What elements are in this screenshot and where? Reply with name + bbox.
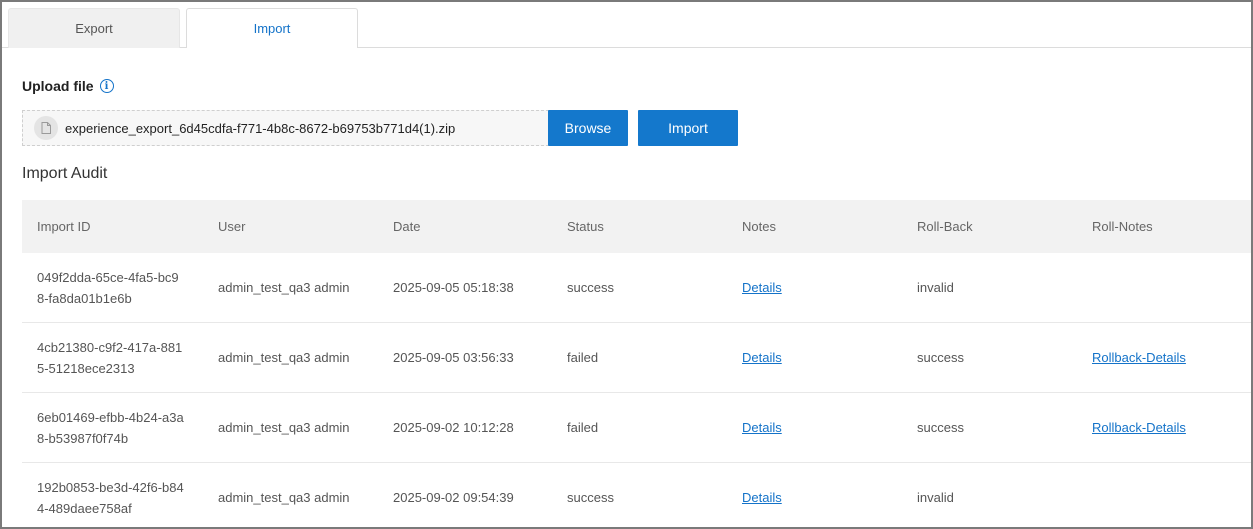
import-export-panel: Export Import Upload file i experience_e… [0, 0, 1253, 529]
import-id-cell: 6eb01469-efbb-4b24-a3a 8-b53987f0f74b [37, 409, 184, 446]
rollback-details-link[interactable]: Rollback-Details [1092, 347, 1186, 368]
upload-file-heading: Upload file i [22, 78, 114, 94]
details-link[interactable]: Details [742, 417, 782, 438]
info-icon[interactable]: i [99, 79, 114, 93]
status-cell: failed [567, 350, 599, 365]
column-header-roll-notes: Roll-Notes [1092, 219, 1153, 234]
import-id-cell: 4cb21380-c9f2-417a-881 5-51218ece2313 [37, 339, 183, 376]
rollback-status-cell: success [917, 420, 964, 435]
column-header-status: Status [567, 219, 604, 234]
details-link[interactable]: Details [742, 347, 782, 368]
tab-import[interactable]: Import [186, 8, 358, 48]
status-cell: success [567, 280, 614, 295]
date-cell: 2025-09-05 03:56:33 [393, 350, 514, 365]
tab-export[interactable]: Export [8, 8, 180, 48]
table-row: 192b0853-be3d-42f6-b84 4-489daee758af adm… [22, 463, 1251, 527]
rollback-status-cell: invalid [917, 490, 954, 505]
table-row: 6eb01469-efbb-4b24-a3a 8-b53987f0f74b adm… [22, 393, 1251, 463]
user-cell: admin_test_qa3 admin [218, 490, 350, 505]
user-cell: admin_test_qa3 admin [218, 350, 350, 365]
status-cell: success [567, 490, 614, 505]
import-audit-heading: Import Audit [22, 165, 108, 182]
date-cell: 2025-09-02 09:54:39 [393, 490, 514, 505]
status-cell: failed [567, 420, 599, 435]
table-row: 4cb21380-c9f2-417a-881 5-51218ece2313 adm… [22, 323, 1251, 393]
rollback-details-link[interactable]: Rollback-Details [1092, 417, 1186, 438]
browse-button[interactable]: Browse [548, 110, 628, 146]
upload-file-label: Upload file [22, 78, 94, 94]
import-id-cell: 192b0853-be3d-42f6-b84 4-489daee758af [37, 479, 184, 516]
details-link[interactable]: Details [742, 487, 782, 508]
column-header-notes: Notes [742, 219, 776, 234]
import-audit-table: Import ID User Date Status Notes Roll-Ba… [22, 200, 1251, 527]
column-header-roll-back: Roll-Back [917, 219, 973, 234]
column-header-date: Date [393, 219, 421, 234]
file-icon [34, 116, 58, 140]
table-row: 049f2dda-65ce-4fa5-bc9 8-fa8da01b1e6b adm… [22, 253, 1251, 323]
date-cell: 2025-09-02 10:12:28 [393, 420, 514, 435]
tab-bar: Export Import [2, 2, 1251, 48]
column-header-import-id: Import ID [37, 219, 91, 234]
table-header: Import ID User Date Status Notes Roll-Ba… [22, 200, 1251, 253]
user-cell: admin_test_qa3 admin [218, 280, 350, 295]
user-cell: admin_test_qa3 admin [218, 420, 350, 435]
rollback-status-cell: success [917, 350, 964, 365]
column-header-user: User [218, 219, 246, 234]
rollback-status-cell: invalid [917, 280, 954, 295]
file-input[interactable]: experience_export_6d45cdfa-f771-4b8c-867… [22, 110, 549, 146]
selected-file-name: experience_export_6d45cdfa-f771-4b8c-867… [65, 120, 456, 136]
details-link[interactable]: Details [742, 277, 782, 298]
import-button[interactable]: Import [638, 110, 738, 146]
date-cell: 2025-09-05 05:18:38 [393, 280, 514, 295]
import-id-cell: 049f2dda-65ce-4fa5-bc9 8-fa8da01b1e6b [37, 269, 179, 306]
